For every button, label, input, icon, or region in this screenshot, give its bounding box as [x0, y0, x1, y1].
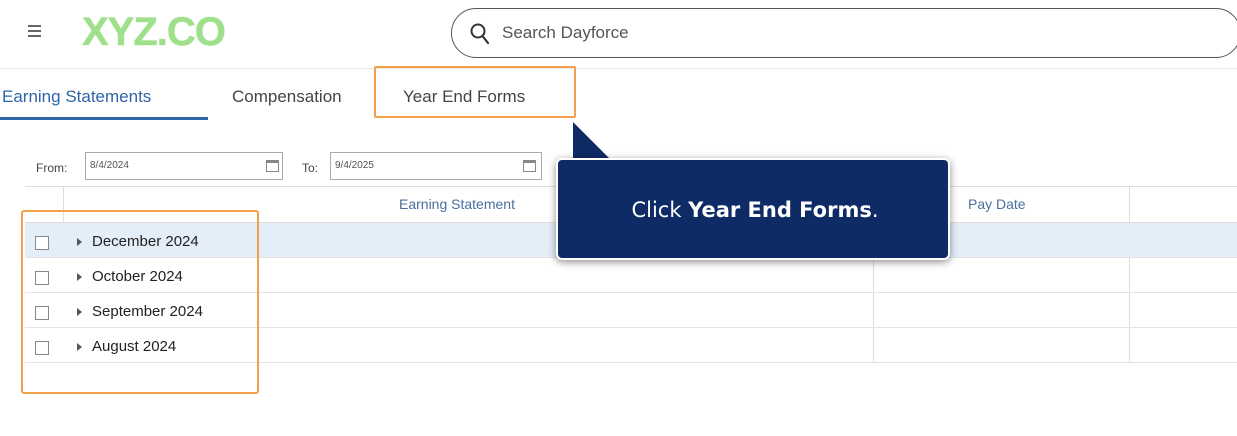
calendar-icon[interactable] — [266, 160, 279, 172]
search-bar[interactable] — [451, 8, 1237, 58]
company-logo: XYZ.CO — [82, 10, 226, 54]
table-row[interactable]: September 2024 — [25, 293, 1237, 328]
row-label[interactable]: August 2024 — [92, 338, 176, 355]
column-divider — [63, 187, 64, 223]
callout-target: Year End Forms — [688, 198, 872, 222]
row-checkbox[interactable] — [35, 341, 49, 355]
callout-text: Click Year End Forms. — [558, 198, 952, 222]
row-label[interactable]: October 2024 — [92, 268, 183, 285]
row-checkbox[interactable] — [35, 236, 49, 250]
callout-suffix: . — [871, 198, 879, 222]
column-header-pay-date[interactable]: Pay Date — [968, 196, 1026, 212]
row-label[interactable]: December 2024 — [92, 233, 199, 250]
column-header-earning-statement[interactable]: Earning Statement — [399, 196, 515, 212]
row-checkbox[interactable] — [35, 271, 49, 285]
from-date-input[interactable] — [90, 160, 210, 171]
callout-prefix: Click — [631, 198, 689, 222]
table-row[interactable]: August 2024 — [25, 328, 1237, 363]
from-date-field[interactable] — [85, 152, 283, 180]
instruction-callout: Click Year End Forms. — [556, 158, 950, 260]
search-input[interactable] — [502, 21, 1102, 45]
tab-year-end-forms[interactable]: Year End Forms — [403, 87, 525, 107]
expand-arrow-icon[interactable] — [77, 343, 82, 351]
row-label[interactable]: September 2024 — [92, 303, 203, 320]
calendar-icon[interactable] — [523, 160, 536, 172]
menu-icon[interactable] — [28, 25, 41, 37]
to-date-input[interactable] — [335, 160, 455, 171]
tab-compensation[interactable]: Compensation — [232, 87, 342, 107]
from-label: From: — [36, 161, 68, 175]
search-icon — [470, 23, 490, 45]
active-tab-indicator — [0, 117, 208, 120]
expand-arrow-icon[interactable] — [77, 238, 82, 246]
callout-pointer — [573, 122, 613, 162]
app-header: XYZ.CO — [0, 0, 1237, 68]
expand-arrow-icon[interactable] — [77, 308, 82, 316]
expand-arrow-icon[interactable] — [77, 273, 82, 281]
tab-bar: Earning Statements Compensation Year End… — [0, 68, 1237, 120]
to-label: To: — [302, 161, 319, 175]
table-row[interactable]: October 2024 — [25, 258, 1237, 293]
to-date-field[interactable] — [330, 152, 542, 180]
tab-earning-statements[interactable]: Earning Statements — [2, 87, 151, 107]
row-checkbox[interactable] — [35, 306, 49, 320]
